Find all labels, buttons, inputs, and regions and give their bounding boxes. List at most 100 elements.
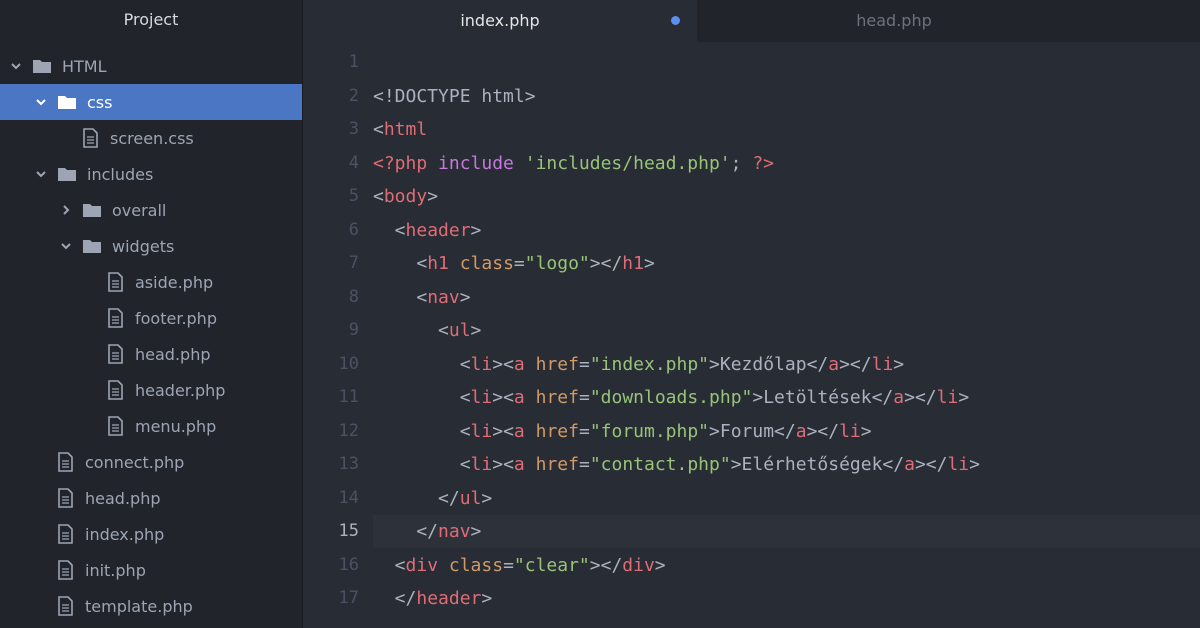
tree-folder-overall[interactable]: overall (0, 192, 302, 228)
tree-item-label: widgets (112, 236, 175, 256)
chevron-down-icon[interactable] (33, 94, 49, 110)
tree-file-footer-php[interactable]: footer.php (0, 300, 302, 336)
tree-file-head-php[interactable]: head.php (0, 336, 302, 372)
code-line[interactable]: <html (373, 113, 427, 146)
tab-head-php[interactable]: head.php (697, 0, 1091, 42)
tree-file-template-php[interactable]: template.php (0, 588, 302, 624)
code-token: ul (448, 320, 471, 341)
tree-file-aside-php[interactable]: aside.php (0, 264, 302, 300)
code-line[interactable]: <header> (373, 214, 482, 247)
code-token: li (936, 387, 959, 408)
code-line[interactable]: </header> (373, 582, 493, 615)
code-line[interactable]: <li><a href="index.php">Kezdőlap</a></li… (373, 348, 904, 381)
tree-item-label: HTML (62, 56, 107, 76)
line-number: 10 (338, 353, 359, 374)
code-token: = (578, 420, 590, 442)
code-token: li (947, 454, 970, 475)
editor-pane: index.php head.php 1 2 3 4 5 6 7 8 9 10 11 12 13 14 15… (303, 0, 1200, 628)
code-token: href (535, 353, 579, 375)
tree-folder-css[interactable]: css (0, 84, 302, 120)
tree-file-connect-php[interactable]: connect.php (0, 444, 302, 480)
code-token: > (969, 454, 980, 475)
tree-file-menu-php[interactable]: menu.php (0, 408, 302, 444)
code-line[interactable]: <li><a href="downloads.php">Letöltések</… (373, 381, 969, 414)
tree-folder-HTML[interactable]: HTML (0, 48, 302, 84)
code-token: h1 (427, 253, 449, 274)
code-token: li (839, 420, 861, 442)
code-token: li (470, 353, 493, 375)
tree-folder-widgets[interactable]: widgets (0, 228, 302, 264)
file-icon (105, 380, 125, 400)
folder-icon (57, 164, 77, 184)
code-line[interactable]: <ul> (373, 314, 481, 347)
code-token: nav (427, 286, 460, 308)
code-token: li (470, 454, 493, 475)
tab-bar: index.php head.php (303, 0, 1200, 42)
chevron-down-icon[interactable] (33, 166, 49, 182)
tree-file-head-php[interactable]: head.php (0, 480, 302, 516)
code-line[interactable]: <li><a href="forum.php">Forum</a></li> (373, 415, 872, 448)
folder-icon (32, 56, 52, 76)
tree-file-screen-css[interactable]: screen.css (0, 120, 302, 156)
code-token: ></ (806, 420, 840, 442)
code-token: < (373, 119, 384, 140)
code-token: 'includes/head.php' (524, 152, 731, 174)
code-token: > (459, 286, 471, 308)
file-icon (105, 308, 125, 328)
code-token: <?php (373, 152, 428, 174)
code-token: ul (459, 487, 482, 509)
code-token: >< (492, 387, 514, 408)
code-token: <!DOCTYPE html> (373, 85, 536, 107)
code-line[interactable]: <li><a href="contact.php">Elérhetőségek<… (373, 448, 980, 481)
chevron-right-icon[interactable] (58, 202, 74, 218)
code-token: >< (492, 454, 514, 475)
file-icon (55, 488, 75, 508)
code-token: > (893, 353, 905, 375)
code-line[interactable]: <h1 class="logo"></h1> (373, 247, 654, 280)
code-token: >< (492, 420, 514, 442)
tab-index-php[interactable]: index.php (303, 0, 697, 42)
code-token: ></ (589, 253, 623, 274)
code-line[interactable]: <div class="clear"></div> (373, 549, 666, 582)
chevron-down-icon[interactable] (8, 58, 24, 74)
code-token: a (513, 454, 525, 475)
code-line[interactable]: </nav> (373, 515, 481, 548)
folder-icon (82, 236, 102, 256)
tree-item-label: connect.php (85, 452, 185, 472)
tree-item-label: screen.css (110, 128, 194, 148)
code-line[interactable]: <?php include 'includes/head.php'; ?> (373, 147, 774, 180)
line-number: 6 (348, 219, 359, 240)
chevron-down-icon[interactable] (58, 238, 74, 254)
tree-folder-includes[interactable]: includes (0, 156, 302, 192)
code-token: a (513, 387, 525, 408)
line-number: 7 (348, 253, 359, 273)
tab-label: index.php (460, 11, 540, 30)
code-token: a (904, 454, 915, 475)
tree-file-init-php[interactable]: init.php (0, 552, 302, 588)
code-token: header (405, 219, 471, 241)
tree-file-index-php[interactable]: index.php (0, 516, 302, 552)
code-line[interactable]: <!DOCTYPE html> (373, 80, 536, 113)
code-line[interactable]: <nav> (373, 281, 471, 314)
code-token: > (481, 588, 493, 609)
code-token: li (470, 420, 493, 442)
code-token: html (383, 119, 428, 140)
code-token: < (373, 420, 471, 442)
code-line[interactable]: </ul> (373, 482, 492, 515)
tree-file-header-php[interactable]: header.php (0, 372, 302, 408)
code-token: = (578, 387, 590, 408)
code-token: a (513, 353, 525, 375)
file-icon (55, 524, 75, 544)
code-line[interactable]: <body> (373, 180, 438, 213)
line-number: 9 (348, 320, 359, 340)
code-token: ?> (752, 152, 775, 174)
code-token: "contact.php" (589, 454, 731, 475)
code-token: a (795, 420, 807, 442)
modified-indicator-icon[interactable] (671, 16, 680, 25)
code-token: = (578, 353, 590, 375)
code-token: </ (373, 487, 460, 509)
code-token: > (427, 186, 439, 207)
line-number: 5 (348, 186, 359, 206)
